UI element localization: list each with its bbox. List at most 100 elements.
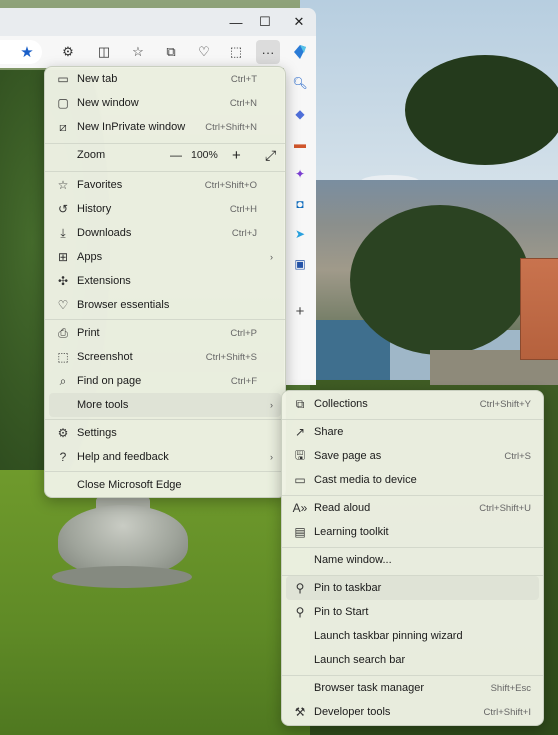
menu-item-new-inprivate-window[interactable]: ⧄ New InPrivate window Ctrl+Shift+N	[49, 115, 281, 139]
wallpaper-lawn	[0, 470, 320, 735]
menu-item-close-microsoft-edge[interactable]: Close Microsoft Edge	[49, 473, 281, 497]
menu-shortcut: Ctrl+Shift+U	[479, 502, 531, 514]
menu-item-browser-essentials[interactable]: ♡ Browser essentials	[49, 293, 281, 317]
browser-essentials-button[interactable]: ♡	[192, 40, 216, 64]
menu-item-browser-task-manager[interactable]: Browser task manager Shift+Esc	[286, 676, 539, 700]
split-screen-icon: ◫	[97, 44, 111, 59]
menu-item-new-window[interactable]: ▢ New window Ctrl+N	[49, 91, 281, 115]
sidebar-shopping-button[interactable]: ◆	[290, 104, 310, 124]
puzzle-icon: ✣	[57, 274, 69, 288]
menu-label: New tab	[77, 73, 118, 85]
pin-icon: ⚲	[295, 581, 305, 595]
menu-item-screenshot[interactable]: ⬚ Screenshot Ctrl+Shift+S	[49, 345, 281, 369]
menu-label: Learning toolkit	[314, 526, 389, 538]
chevron-right-icon: ›	[270, 252, 273, 262]
sidebar-add-button[interactable]: +	[290, 301, 310, 321]
menu-item-print[interactable]: ⎙ Print Ctrl+P	[49, 321, 281, 345]
menu-item-help-and-feedback[interactable]: ? Help and feedback ›	[49, 445, 281, 469]
menu-label: New window	[77, 97, 139, 109]
learning-toolkit-icon: ▤	[294, 525, 306, 539]
menu-item-read-aloud[interactable]: A» Read aloud Ctrl+Shift+U	[286, 496, 539, 520]
save-icon: 🖫︎	[294, 447, 306, 462]
menu-item-pin-to-start[interactable]: ⚲ Pin to Start	[286, 600, 539, 624]
menu-item-launch-taskbar-pinning-wizard[interactable]: Launch taskbar pinning wizard	[286, 624, 539, 648]
menu-item-name-window[interactable]: Name window...	[286, 548, 539, 572]
menu-item-share[interactable]: ↗ Share	[286, 420, 539, 444]
menu-item-save-page-as[interactable]: 🖫︎ Save page as Ctrl+S	[286, 444, 539, 468]
menu-shortcut: Ctrl+P	[230, 327, 257, 339]
menu-item-find-on-page[interactable]: ⌕ Find on page Ctrl+F	[49, 369, 281, 393]
sidebar-outlook-button[interactable]: ◘	[290, 194, 310, 214]
menu-item-history[interactable]: ↺ History Ctrl+H	[49, 197, 281, 221]
menu-shortcut: Ctrl+T	[230, 73, 257, 85]
minimize-button[interactable]: —	[222, 8, 250, 36]
menu-label: Launch taskbar pinning wizard	[314, 630, 463, 642]
menu-item-cast-media[interactable]: ▭ Cast media to device	[286, 468, 539, 492]
menu-item-developer-tools[interactable]: ⚒ Developer tools Ctrl+Shift+I	[286, 700, 539, 724]
menu-label: Pin to taskbar	[314, 582, 382, 594]
printer-icon: ⎙	[58, 325, 68, 340]
menu-label: Downloads	[77, 227, 132, 239]
wallpaper-pedestal-base	[52, 566, 192, 588]
sidebar-search-button[interactable]: 🔍︎	[290, 73, 310, 93]
menu-label: Name window...	[314, 554, 392, 566]
menu-item-learning-toolkit[interactable]: ▤ Learning toolkit	[286, 520, 539, 544]
more-icon: ···	[261, 44, 275, 60]
menu-label: Close Microsoft Edge	[77, 479, 182, 491]
menu-item-extensions[interactable]: ✣ Extensions	[49, 269, 281, 293]
menu-separator	[45, 171, 285, 172]
menu-shortcut: Ctrl+Shift+I	[483, 706, 531, 718]
menu-shortcut: Ctrl+F	[230, 375, 257, 387]
extensions-button[interactable]: ⚙	[56, 40, 80, 64]
menu-shortcut: Ctrl+S	[504, 450, 531, 462]
menu-item-collections[interactable]: ⧉ Collections Ctrl+Shift+Y	[286, 392, 539, 416]
menu-item-new-tab[interactable]: ▭ New tab Ctrl+T	[49, 67, 281, 91]
copilot-button[interactable]	[288, 40, 312, 64]
sidebar-tools-button[interactable]: ▬	[290, 134, 310, 154]
menu-item-downloads[interactable]: ⤓ Downloads Ctrl+J	[49, 221, 281, 245]
menu-label: Developer tools	[314, 706, 391, 718]
menu-item-settings[interactable]: ⚙ Settings	[49, 421, 281, 445]
menu-item-more-tools[interactable]: More tools ›	[49, 393, 281, 417]
heart-pulse-icon: ♡	[57, 298, 69, 312]
fullscreen-button[interactable]: ⤢	[265, 147, 276, 164]
favorites-button[interactable]: ☆	[126, 40, 150, 64]
menu-separator	[45, 419, 285, 420]
menu-separator	[45, 471, 285, 472]
settings-and-more-button[interactable]: ···	[256, 40, 280, 64]
sidebar-copilot-app-button[interactable]: ✦	[290, 164, 310, 184]
close-window-button[interactable]: ✕	[285, 8, 313, 36]
menu-item-launch-search-bar[interactable]: Launch search bar	[286, 648, 539, 672]
menu-label: Cast media to device	[314, 474, 417, 486]
zoom-in-button[interactable]: +	[232, 147, 241, 164]
wallpaper-trees	[350, 205, 530, 355]
menu-separator	[45, 319, 285, 320]
share-icon: ↗	[294, 425, 306, 439]
screenshot-icon: ⬚	[57, 350, 69, 364]
screenshot-button[interactable]: ⬚	[224, 40, 248, 64]
menu-label: Apps	[77, 251, 103, 263]
split-screen-button[interactable]: ◫	[92, 40, 116, 64]
zoom-out-button[interactable]: —	[170, 148, 182, 162]
zoom-level: 100%	[191, 149, 218, 161]
favorites-icon: ☆	[132, 44, 144, 59]
sidebar-game-button[interactable]: ▣	[290, 254, 310, 274]
favorite-star-button[interactable]: ★	[15, 40, 39, 64]
menu-item-favorites[interactable]: ☆ Favorites Ctrl+Shift+O	[49, 173, 281, 197]
sidebar-telegram-button[interactable]: ➤	[290, 224, 310, 244]
apps-icon: ⊞	[57, 250, 69, 264]
menu-label: Browser task manager	[314, 682, 425, 694]
menu-item-pin-to-taskbar[interactable]: ⚲ Pin to taskbar	[286, 576, 539, 600]
developer-tools-icon: ⚒	[294, 705, 306, 719]
menu-label: Extensions	[77, 275, 131, 287]
search-icon: 🔍︎	[292, 76, 308, 90]
menu-item-apps[interactable]: ⊞ Apps ›	[49, 245, 281, 269]
read-aloud-icon: A»	[292, 501, 308, 515]
collections-button[interactable]: ⧉	[159, 40, 183, 64]
favorites-icon: ☆	[57, 178, 69, 192]
copilot-icon	[294, 45, 306, 59]
maximize-button[interactable]: ☐	[251, 8, 279, 36]
menu-shortcut: Shift+Esc	[490, 682, 531, 694]
minimize-icon: —	[229, 14, 243, 30]
menu-label: Screenshot	[77, 351, 133, 363]
